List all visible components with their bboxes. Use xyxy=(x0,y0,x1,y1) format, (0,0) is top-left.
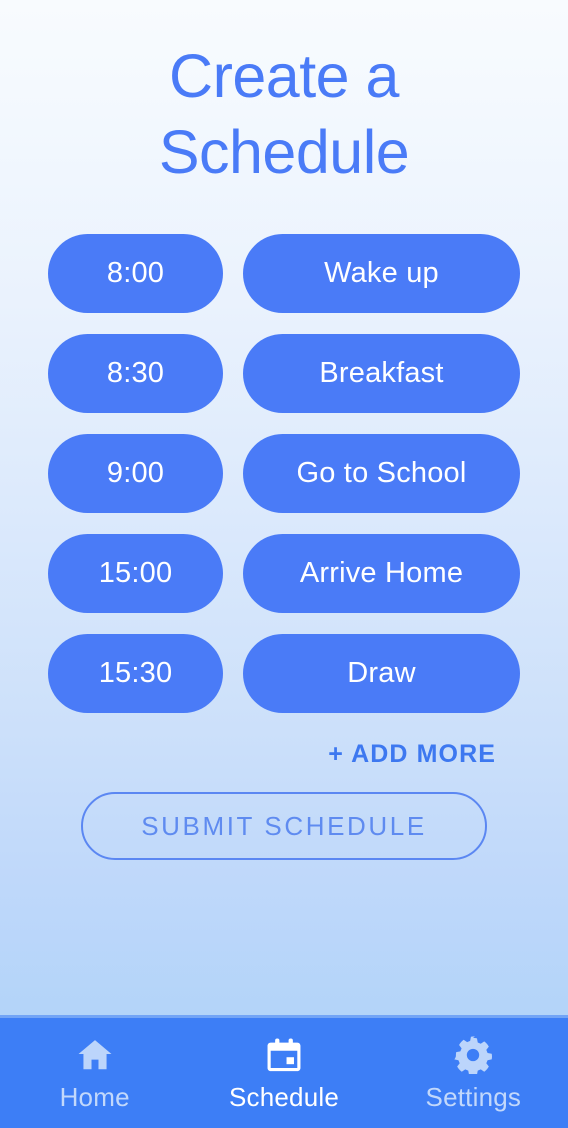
nav-item-settings[interactable]: Settings xyxy=(379,1018,568,1128)
schedule-row: 9:00 Go to School xyxy=(48,434,520,513)
schedule-row: 8:00 Wake up xyxy=(48,234,520,313)
schedule-activity-pill[interactable]: Draw xyxy=(243,634,520,713)
schedule-time-pill[interactable]: 15:00 xyxy=(48,534,223,613)
schedule-activity-pill[interactable]: Arrive Home xyxy=(243,534,520,613)
schedule-time-pill[interactable]: 8:00 xyxy=(48,234,223,313)
schedule-row: 8:30 Breakfast xyxy=(48,334,520,413)
schedule-list: 8:00 Wake up 8:30 Breakfast 9:00 Go to S… xyxy=(48,234,520,713)
nav-label-settings: Settings xyxy=(425,1081,522,1112)
submit-schedule-button[interactable]: SUBMIT SCHEDULE xyxy=(81,792,487,860)
add-more-button[interactable]: + ADD MORE xyxy=(326,736,498,773)
page-title: Create a Schedule xyxy=(158,42,410,186)
schedule-row: 15:00 Arrive Home xyxy=(48,534,520,613)
add-more-row: + ADD MORE xyxy=(0,736,568,773)
content-area: Create a Schedule 8:00 Wake up 8:30 Brea… xyxy=(0,0,568,1015)
schedule-activity-pill[interactable]: Breakfast xyxy=(243,334,520,413)
schedule-time-pill[interactable]: 9:00 xyxy=(48,434,223,513)
schedule-time-pill[interactable]: 8:30 xyxy=(48,334,223,413)
bottom-navigation-bar: Home Schedule Settings xyxy=(0,1015,568,1128)
schedule-activity-pill[interactable]: Go to School xyxy=(243,434,520,513)
nav-item-schedule[interactable]: Schedule xyxy=(189,1018,378,1128)
home-icon xyxy=(78,1039,112,1069)
schedule-activity-pill[interactable]: Wake up xyxy=(243,234,520,313)
app-screen: Create a Schedule 8:00 Wake up 8:30 Brea… xyxy=(0,0,568,1128)
schedule-row: 15:30 Draw xyxy=(48,634,520,713)
gear-icon xyxy=(454,1035,493,1074)
nav-item-home[interactable]: Home xyxy=(0,1018,189,1128)
schedule-time-pill[interactable]: 15:30 xyxy=(48,634,223,713)
nav-label-home: Home xyxy=(59,1081,130,1112)
nav-label-schedule: Schedule xyxy=(228,1081,339,1112)
calendar-icon xyxy=(267,1038,301,1071)
